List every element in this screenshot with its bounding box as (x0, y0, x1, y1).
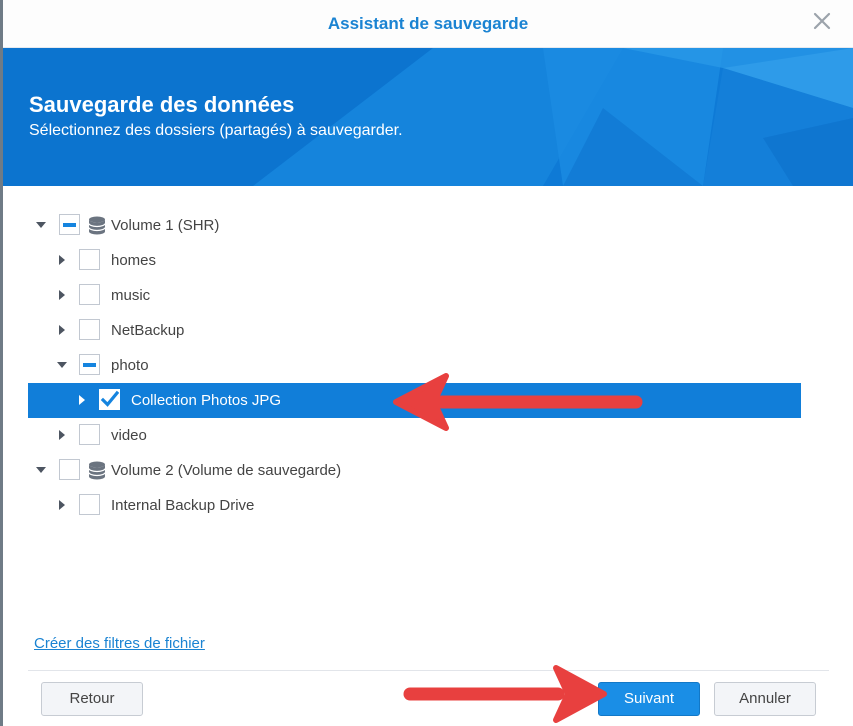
tree-label: Collection Photos JPG (131, 392, 282, 409)
checkbox-photo[interactable] (79, 354, 100, 375)
footer-divider (28, 670, 829, 671)
tree-row-volume-2[interactable]: Volume 2 (Volume de sauvegarde) (28, 453, 801, 488)
annotation-arrow-icon (403, 665, 607, 723)
tree-row-volume-1[interactable]: Volume 1 (SHR) (28, 208, 801, 243)
partial-check-icon (63, 223, 76, 227)
caret-right-icon[interactable] (57, 430, 67, 440)
database-icon (88, 461, 106, 480)
checkbox-homes[interactable] (79, 249, 100, 270)
banner-subheading: Sélectionnez des dossiers (partagés) à s… (29, 122, 403, 139)
caret-right-icon[interactable] (77, 395, 87, 405)
caret-right-icon[interactable] (57, 500, 67, 510)
tree-row-photo[interactable]: photo (28, 348, 801, 383)
checkmark-icon (100, 390, 119, 407)
caret-right-icon[interactable] (57, 255, 67, 265)
caret-down-icon[interactable] (36, 465, 46, 475)
caret-down-icon[interactable] (36, 220, 46, 230)
tree-label: Volume 2 (Volume de sauvegarde) (111, 462, 342, 479)
create-file-filters-link[interactable]: Créer des filtres de fichier (34, 635, 205, 652)
close-icon[interactable] (813, 12, 831, 30)
next-button[interactable]: Suivant (598, 682, 700, 716)
tree-row-video[interactable]: video (28, 418, 801, 453)
folder-tree: Volume 1 (SHR) homes music NetBackup pho… (28, 208, 801, 523)
tree-label: video (111, 427, 147, 444)
checkbox-video[interactable] (79, 424, 100, 445)
checkbox-volume-1[interactable] (59, 214, 80, 235)
cancel-button[interactable]: Annuler (714, 682, 816, 716)
tree-label: homes (111, 252, 157, 269)
checkbox-volume-2[interactable] (59, 459, 80, 480)
tree-row-internal-backup-drive[interactable]: Internal Backup Drive (28, 488, 801, 523)
banner-heading: Sauvegarde des données (29, 92, 295, 117)
caret-right-icon[interactable] (57, 325, 67, 335)
tree-label: Volume 1 (SHR) (111, 217, 220, 234)
tree-label: NetBackup (111, 322, 185, 339)
tree-row-netbackup[interactable]: NetBackup (28, 313, 801, 348)
checkbox-internal-backup-drive[interactable] (79, 494, 100, 515)
caret-right-icon[interactable] (57, 290, 67, 300)
back-button[interactable]: Retour (41, 682, 143, 716)
tree-label: photo (111, 357, 149, 374)
header-banner: Sauvegarde des données Sélectionnez des … (3, 48, 853, 186)
title-bar: Assistant de sauvegarde (3, 0, 853, 48)
checkbox-netbackup[interactable] (79, 319, 100, 340)
checkbox-collection-photos-jpg[interactable] (99, 389, 120, 410)
tree-row-homes[interactable]: homes (28, 243, 801, 278)
tree-row-collection-photos-jpg[interactable]: Collection Photos JPG (28, 383, 801, 418)
window-title: Assistant de sauvegarde (327, 14, 529, 33)
tree-label: music (111, 287, 151, 304)
checkbox-music[interactable] (79, 284, 100, 305)
tree-label: Internal Backup Drive (111, 497, 255, 514)
database-icon (88, 216, 106, 235)
partial-check-icon (83, 363, 96, 367)
tree-row-music[interactable]: music (28, 278, 801, 313)
caret-down-icon[interactable] (57, 360, 67, 370)
backup-wizard-dialog: Assistant de sauvegarde Sauvegarde des d… (0, 0, 853, 726)
